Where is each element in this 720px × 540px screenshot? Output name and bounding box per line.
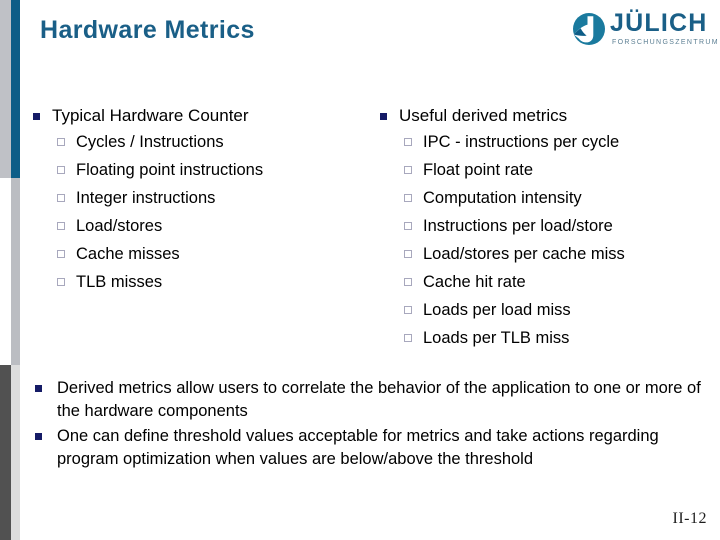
list-item-label: Load/stores bbox=[76, 217, 163, 235]
bullet-square-hollow-icon bbox=[404, 166, 412, 174]
edge-bar-light-gray-top bbox=[0, 0, 11, 178]
list-item: Instructions per load/store bbox=[377, 217, 712, 236]
list-item: One can define threshold values acceptab… bbox=[30, 425, 702, 471]
left-bullet-column: Typical Hardware Counter Cycles / Instru… bbox=[30, 106, 360, 301]
edge-bar-pale-gray-bottom bbox=[11, 365, 20, 540]
list-item: Load/stores bbox=[30, 217, 360, 236]
bullet-square-hollow-icon bbox=[404, 138, 412, 146]
bullet-square-hollow-icon bbox=[57, 250, 65, 258]
list-item: Integer instructions bbox=[30, 189, 360, 208]
list-item-label: Cycles / Instructions bbox=[76, 133, 224, 151]
bullet-square-hollow-icon bbox=[57, 138, 65, 146]
right-column-heading-label: Useful derived metrics bbox=[399, 106, 568, 125]
bullet-square-hollow-icon bbox=[57, 194, 65, 202]
list-item: Floating point instructions bbox=[30, 161, 360, 180]
list-item: Float point rate bbox=[377, 161, 712, 180]
list-item-label: Instructions per load/store bbox=[423, 217, 613, 235]
list-item: Loads per TLB miss bbox=[377, 329, 712, 348]
bottom-bullet-list: Derived metrics allow users to correlate… bbox=[30, 377, 702, 473]
list-item: Loads per load miss bbox=[377, 301, 712, 320]
bullet-square-hollow-icon bbox=[404, 278, 412, 286]
list-item-label: Computation intensity bbox=[423, 189, 582, 207]
bullet-square-hollow-icon bbox=[57, 222, 65, 230]
slide-canvas: Hardware Metrics JÜLICH FORSCHUNGSZENTRU… bbox=[0, 0, 720, 540]
bullet-square-hollow-icon bbox=[404, 306, 412, 314]
right-bullet-column: Useful derived metrics IPC - instruction… bbox=[377, 106, 712, 357]
list-item: Cycles / Instructions bbox=[30, 133, 360, 152]
list-item-label: Load/stores per cache miss bbox=[423, 245, 625, 263]
bullet-square-hollow-icon bbox=[404, 250, 412, 258]
bullet-square-hollow-icon bbox=[404, 222, 412, 230]
right-column-heading: Useful derived metrics bbox=[377, 106, 712, 126]
list-item-label: Derived metrics allow users to correlate… bbox=[57, 379, 701, 420]
juelich-logo: JÜLICH FORSCHUNGSZENTRUM bbox=[572, 9, 718, 58]
bullet-square-filled-icon bbox=[33, 113, 40, 120]
logo-subtitle: FORSCHUNGSZENTRUM bbox=[612, 39, 719, 46]
list-item-label: Loads per load miss bbox=[423, 301, 571, 319]
list-item: Cache misses bbox=[30, 245, 360, 264]
bullet-square-hollow-icon bbox=[57, 278, 65, 286]
juelich-swoosh-icon bbox=[573, 13, 605, 45]
bullet-square-filled-icon bbox=[380, 113, 387, 120]
bullet-square-hollow-icon bbox=[404, 334, 412, 342]
slide-title: Hardware Metrics bbox=[40, 16, 255, 44]
bullet-square-filled-icon bbox=[35, 433, 42, 440]
edge-bar-gray-middle bbox=[11, 178, 20, 365]
list-item-label: Integer instructions bbox=[76, 189, 216, 207]
left-column-heading-label: Typical Hardware Counter bbox=[52, 106, 249, 125]
list-item-label: One can define threshold values acceptab… bbox=[57, 427, 659, 468]
list-item: Cache hit rate bbox=[377, 273, 712, 292]
list-item: TLB misses bbox=[30, 273, 360, 292]
list-item: IPC - instructions per cycle bbox=[377, 133, 712, 152]
list-item: Load/stores per cache miss bbox=[377, 245, 712, 264]
bullet-square-hollow-icon bbox=[57, 166, 65, 174]
page-number: II-12 bbox=[672, 510, 707, 527]
left-column-heading: Typical Hardware Counter bbox=[30, 106, 360, 126]
list-item-label: Cache misses bbox=[76, 245, 180, 263]
edge-bar-teal-top bbox=[11, 0, 20, 178]
edge-bar-dark-gray-bottom bbox=[0, 365, 11, 540]
logo-wordmark: JÜLICH bbox=[610, 9, 708, 37]
bullet-square-hollow-icon bbox=[404, 194, 412, 202]
list-item-label: Float point rate bbox=[423, 161, 534, 179]
list-item: Computation intensity bbox=[377, 189, 712, 208]
left-edge-decoration bbox=[0, 0, 20, 540]
list-item: Derived metrics allow users to correlate… bbox=[30, 377, 702, 423]
list-item-label: Floating point instructions bbox=[76, 161, 264, 179]
list-item-label: IPC - instructions per cycle bbox=[423, 133, 620, 151]
list-item-label: Cache hit rate bbox=[423, 273, 526, 291]
list-item-label: Loads per TLB miss bbox=[423, 329, 570, 347]
list-item-label: TLB misses bbox=[76, 273, 163, 291]
bullet-square-filled-icon bbox=[35, 385, 42, 392]
